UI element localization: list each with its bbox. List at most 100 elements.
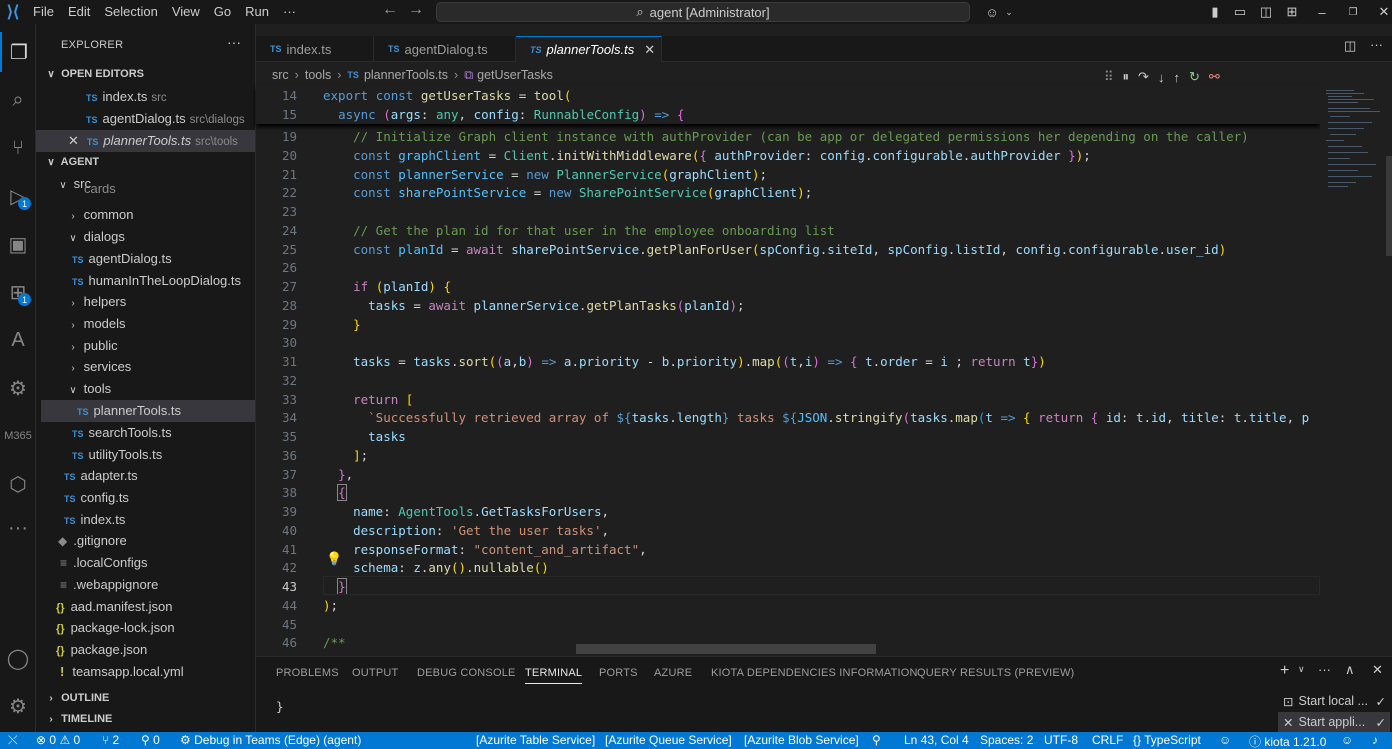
more-views-icon[interactable]: ··· bbox=[0, 508, 36, 548]
customize-layout-icon[interactable]: ⊞ bbox=[1284, 4, 1300, 20]
outline-header[interactable]: › OUTLINE bbox=[36, 687, 255, 709]
file-package[interactable]: {} package.json bbox=[36, 639, 255, 661]
file-aad-manifest[interactable]: {} aad.manifest.json bbox=[36, 596, 255, 618]
file-humanintheloopdialog[interactable]: TS humanInTheLoopDialog.ts bbox=[36, 270, 255, 292]
tab-ports[interactable]: PORTS bbox=[599, 667, 638, 679]
step-into-icon[interactable]: ↓ bbox=[1158, 70, 1165, 85]
settings-sync-icon[interactable]: ⚙ bbox=[0, 368, 36, 408]
file-index[interactable]: TS index.ts bbox=[36, 509, 255, 531]
folder-models[interactable]: › models bbox=[36, 313, 255, 335]
breadcrumb-item[interactable]: tools bbox=[305, 68, 331, 82]
restore-icon[interactable]: ❐ bbox=[1345, 4, 1361, 20]
folder-helpers[interactable]: › helpers bbox=[36, 291, 255, 313]
folder-tools[interactable]: ∨ tools bbox=[36, 378, 255, 400]
new-terminal-icon[interactable]: + bbox=[1280, 662, 1289, 680]
zoom-icon[interactable]: ⚲ bbox=[872, 733, 881, 747]
terminal-instance-active[interactable]: ✕ Start appli... ✓ bbox=[1278, 712, 1390, 732]
account-icon[interactable]: ◯ bbox=[0, 638, 36, 678]
indentation[interactable]: Spaces: 2 bbox=[980, 733, 1033, 747]
file-config[interactable]: TS config.ts bbox=[36, 487, 255, 509]
terminal-instance[interactable]: ⊡ Start local ... ✓ bbox=[1278, 691, 1390, 711]
open-editor-item[interactable]: TS index.ts src bbox=[36, 86, 255, 108]
folder-services[interactable]: › services bbox=[36, 356, 255, 378]
menu-more[interactable]: ··· bbox=[276, 0, 303, 24]
editor-more-icon[interactable]: ··· bbox=[1370, 37, 1383, 52]
folder-common[interactable]: › common bbox=[36, 204, 255, 226]
panel-more-icon[interactable]: ··· bbox=[1318, 662, 1331, 677]
extensions-icon[interactable]: ⊞ 1 bbox=[0, 272, 36, 312]
chevron-down-icon[interactable]: ∨ bbox=[1298, 664, 1305, 675]
tab-azure[interactable]: AZURE bbox=[654, 667, 692, 679]
tab-index[interactable]: TS index.ts bbox=[256, 36, 374, 62]
menu-file[interactable]: File bbox=[26, 0, 61, 24]
tab-query-results[interactable]: QUERY RESULTS (PREVIEW) bbox=[917, 667, 1074, 679]
file-package-lock[interactable]: {} package-lock.json bbox=[36, 617, 255, 639]
split-editor-icon[interactable]: ◫ bbox=[1344, 38, 1356, 54]
horizontal-scrollbar[interactable] bbox=[576, 644, 876, 654]
tab-terminal[interactable]: TERMINAL bbox=[525, 667, 583, 684]
copilot-status-icon[interactable]: ☺ bbox=[1219, 733, 1231, 747]
file-plannertools[interactable]: TS plannerTools.ts bbox=[41, 400, 255, 422]
breadcrumb-item[interactable]: getUserTasks bbox=[477, 68, 553, 82]
remote-icon[interactable]: ⤬ bbox=[8, 733, 18, 748]
toggle-panel-icon[interactable]: ▭ bbox=[1232, 4, 1248, 20]
chevron-down-icon[interactable]: ⌄ bbox=[1001, 4, 1017, 20]
agent-folder-header[interactable]: ∨ AGENT bbox=[36, 151, 255, 173]
tab-plannertools[interactable]: TS plannerTools.ts ✕ bbox=[516, 36, 662, 62]
back-arrow-icon[interactable]: ← bbox=[382, 1, 398, 19]
debug-indicator[interactable]: ⚙ Debug in Teams (Edge) (agent) bbox=[180, 733, 361, 747]
file-gitignore[interactable]: ◆ .gitignore bbox=[36, 530, 255, 552]
language-mode[interactable]: {} TypeScript bbox=[1133, 733, 1201, 747]
menu-selection[interactable]: Selection bbox=[97, 0, 164, 24]
run-debug-icon[interactable]: ▷ 1 bbox=[0, 176, 36, 216]
folder-cards[interactable]: cards bbox=[36, 184, 255, 194]
pause-icon[interactable]: ⏸ bbox=[1123, 69, 1130, 85]
folder-public[interactable]: › public bbox=[36, 335, 255, 357]
close-panel-icon[interactable]: ✕ bbox=[1372, 662, 1383, 678]
command-center-search[interactable]: ⌕ agent [Administrator] bbox=[436, 2, 970, 22]
file-localconfigs[interactable]: ≡ .localConfigs bbox=[36, 552, 255, 574]
file-agentdialog[interactable]: TS agentDialog.ts bbox=[36, 248, 255, 270]
close-window-icon[interactable]: ✕ bbox=[1376, 4, 1392, 20]
tab-kiota-dependencies[interactable]: KIOTA DEPENDENCIES INFORMATION bbox=[711, 667, 918, 679]
azure-icon[interactable]: A bbox=[0, 320, 36, 360]
open-editor-item-active[interactable]: ✕ TS plannerTools.ts src\tools bbox=[36, 130, 255, 152]
more-actions-icon[interactable]: ··· bbox=[227, 34, 241, 50]
lightbulb-icon[interactable]: 💡 bbox=[326, 551, 342, 567]
vertical-scrollbar[interactable] bbox=[1386, 156, 1392, 256]
close-icon[interactable]: ✕ bbox=[68, 133, 79, 148]
azurite-queue-service[interactable]: [Azurite Queue Service] bbox=[605, 733, 732, 747]
azurite-table-service[interactable]: [Azurite Table Service] bbox=[476, 733, 595, 747]
kiota-indicator[interactable]: ⓘ kiota 1.21.0 bbox=[1249, 733, 1326, 749]
containers-icon[interactable]: ⬡ bbox=[0, 464, 36, 504]
breadcrumb-item[interactable]: src bbox=[272, 68, 289, 82]
tab-agentdialog[interactable]: TS agentDialog.ts bbox=[374, 36, 516, 62]
search-icon[interactable]: ⌕ bbox=[0, 80, 36, 120]
menu-go[interactable]: Go bbox=[207, 0, 238, 24]
azurite-blob-service[interactable]: [Azurite Blob Service] bbox=[744, 733, 859, 747]
cursor-position[interactable]: Ln 43, Col 4 bbox=[904, 733, 969, 747]
step-out-icon[interactable]: ↑ bbox=[1173, 70, 1180, 85]
encoding[interactable]: UTF-8 bbox=[1044, 733, 1078, 747]
remote-explorer-icon[interactable]: ▣ bbox=[0, 224, 36, 264]
forward-arrow-icon[interactable]: → bbox=[408, 1, 424, 19]
drag-handle-icon[interactable]: ⠿ bbox=[1104, 69, 1114, 85]
explorer-icon[interactable]: ❐ bbox=[0, 32, 36, 72]
timeline-header[interactable]: › TIMELINE bbox=[36, 708, 255, 730]
disconnect-icon[interactable]: ⚯ bbox=[1209, 69, 1220, 85]
line-ending[interactable]: CRLF bbox=[1092, 733, 1123, 747]
file-teamsapp-local[interactable]: ! teamsapp.local.yml bbox=[36, 661, 255, 683]
m365-icon[interactable]: M365 bbox=[0, 416, 36, 456]
step-over-icon[interactable]: ↷ bbox=[1138, 69, 1149, 85]
copilot-icon[interactable]: ☺ bbox=[1341, 733, 1353, 747]
minimize-icon[interactable]: – bbox=[1314, 4, 1330, 20]
manage-gear-icon[interactable]: ⚙ bbox=[0, 686, 36, 726]
maximize-panel-icon[interactable]: ∧ bbox=[1345, 662, 1355, 678]
tab-output[interactable]: OUTPUT bbox=[352, 667, 398, 679]
open-editor-item[interactable]: TS agentDialog.ts src\dialogs bbox=[36, 108, 255, 130]
close-tab-icon[interactable]: ✕ bbox=[644, 42, 655, 58]
branch-indicator[interactable]: ⑂ 2 bbox=[102, 733, 119, 747]
tab-debug-console[interactable]: DEBUG CONSOLE bbox=[417, 667, 516, 679]
toggle-sidebar-icon[interactable]: ▮ bbox=[1207, 4, 1223, 20]
toggle-secondary-sidebar-icon[interactable]: ◫ bbox=[1258, 4, 1274, 20]
